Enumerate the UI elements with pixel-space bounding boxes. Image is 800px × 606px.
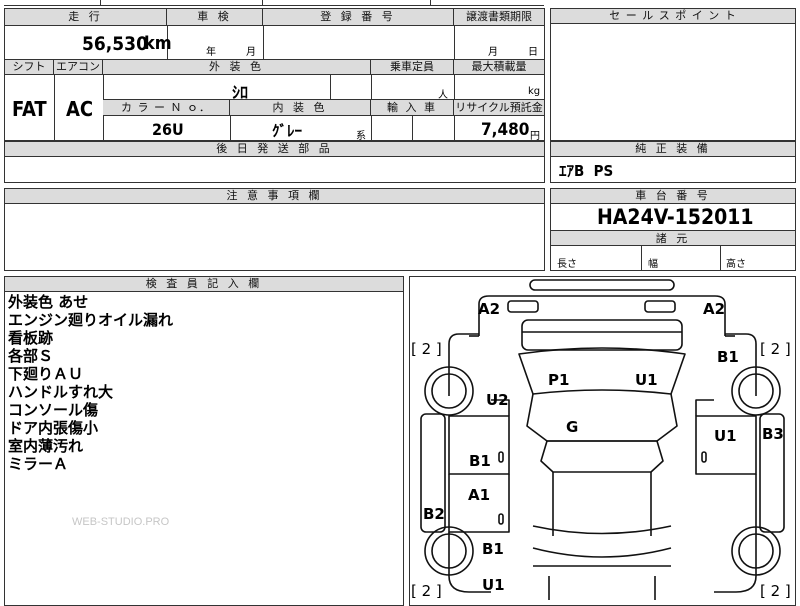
inspector-line: 室内薄汚れ: [8, 437, 84, 455]
deadline-day: 日: [528, 47, 538, 58]
genuine-equipment-value: ｴｱB PS: [559, 162, 614, 180]
mark-u2-front-left: U2: [486, 391, 509, 409]
mark-a2-right: A2: [703, 300, 726, 318]
notes-header: 注 意 事 項 欄: [5, 189, 544, 204]
inspector-header: 検 査 員 記 入 欄: [5, 277, 403, 292]
sales-point-box: [550, 8, 796, 141]
max-load-header: 最大積載量: [454, 60, 544, 75]
inspector-line: 外装色 あせ: [8, 293, 89, 311]
recycle-header: リサイクル預託金: [454, 100, 544, 116]
left-fender: [448, 333, 479, 396]
rear-body: [552, 472, 652, 536]
inspection-header: 車 検: [167, 9, 263, 26]
mark-a1-left-door: A1: [468, 486, 491, 504]
inspector-line: コンソール傷: [8, 401, 99, 419]
mark-u1-roof: U1: [635, 371, 658, 389]
max-load-unit: kg: [528, 86, 541, 97]
interior-color-suffix: 系: [356, 131, 366, 142]
shift-value: FAT: [12, 97, 47, 121]
mileage-header: 走 行: [5, 9, 167, 26]
inspector-line: ミラーＡ: [8, 455, 69, 473]
mark-p1: P1: [548, 371, 570, 389]
mark-b1-left-door: B1: [469, 452, 491, 470]
color-no-value: 26U: [152, 120, 184, 139]
dimension-length: 長さ: [557, 259, 577, 270]
mark-u1-right-door: U1: [714, 427, 737, 445]
registration-header: 登 録 番 号: [263, 9, 454, 26]
inspector-line: ハンドルすれ大: [8, 383, 114, 401]
dimensions-header: 諸 元: [551, 230, 795, 246]
mark-bracket-fl: [ 2 ]: [411, 340, 442, 358]
inspector-line: 看板跡: [8, 329, 54, 347]
inspector-line: 下廻りＡＵ: [8, 365, 84, 383]
shift-header: シフト: [5, 60, 54, 75]
inspector-line: エンジン廻りオイル漏れ: [8, 311, 174, 329]
chassis-value: HA24V-152011: [597, 205, 754, 229]
capacity-header: 乗車定員: [371, 60, 454, 75]
right-door-front: [695, 415, 757, 475]
exterior-color-header: 外 装 色: [103, 60, 371, 75]
mileage-unit: km: [144, 33, 172, 54]
watermark: WEB-STUDIO.PRO: [72, 516, 170, 528]
inspector-line: ドア内張傷小: [8, 419, 99, 437]
inspector-line: 各部Ｓ: [8, 347, 54, 365]
mark-bracket-rr: [ 2 ]: [760, 582, 791, 600]
dimension-height: 高さ: [726, 259, 746, 270]
front-body: [478, 295, 726, 336]
windshield: [518, 347, 686, 395]
aircon-value: AC: [66, 97, 94, 121]
hood: [521, 319, 683, 351]
mark-b3: B3: [762, 425, 784, 443]
car-diagram: [420, 279, 785, 600]
mark-b1-rear-left: B1: [482, 540, 504, 558]
mark-u1-rear: U1: [482, 576, 505, 594]
genuine-equipment-header: 純 正 装 備: [551, 142, 795, 157]
chassis-header: 車 台 番 号: [551, 189, 795, 204]
roof: [526, 393, 678, 442]
interior-color-value: ｸﾞﾚｰ: [272, 122, 303, 140]
deadline-month: 月: [488, 47, 498, 58]
deferred-parts-header: 後 日 発 送 部 品: [5, 142, 544, 157]
import-header: 輸 入 車: [371, 100, 454, 116]
headlamp-left: [507, 300, 539, 313]
mileage-value: 56,530: [82, 33, 148, 55]
front-bumper-light: [529, 279, 675, 291]
transfer-deadline-header: 譲渡書類期限: [454, 9, 544, 26]
mark-bracket-rl: [ 2 ]: [411, 582, 442, 600]
recycle-value: 7,480: [481, 120, 530, 140]
inspection-year: 年: [206, 47, 216, 58]
aircon-header: エアコン: [54, 60, 103, 75]
dimension-width: 幅: [648, 259, 658, 270]
recycle-unit: 円: [530, 131, 540, 142]
mark-b1-front-right: B1: [717, 348, 739, 366]
mark-bracket-fr: [ 2 ]: [760, 340, 791, 358]
mark-a2-left: A2: [478, 300, 501, 318]
headlamp-right: [644, 300, 676, 313]
mark-b2: B2: [423, 505, 445, 523]
mark-g: G: [566, 418, 579, 436]
rear-cabin: [540, 440, 664, 473]
inspection-month: 月: [246, 47, 256, 58]
interior-color-header: 内 装 色: [230, 100, 371, 116]
color-no-header: カ ラ ー Ｎ ｏ．: [103, 100, 230, 116]
top-sliver: [4, 0, 544, 6]
sales-point-header: セ ー ル ス ポ イ ン ト: [551, 9, 795, 24]
